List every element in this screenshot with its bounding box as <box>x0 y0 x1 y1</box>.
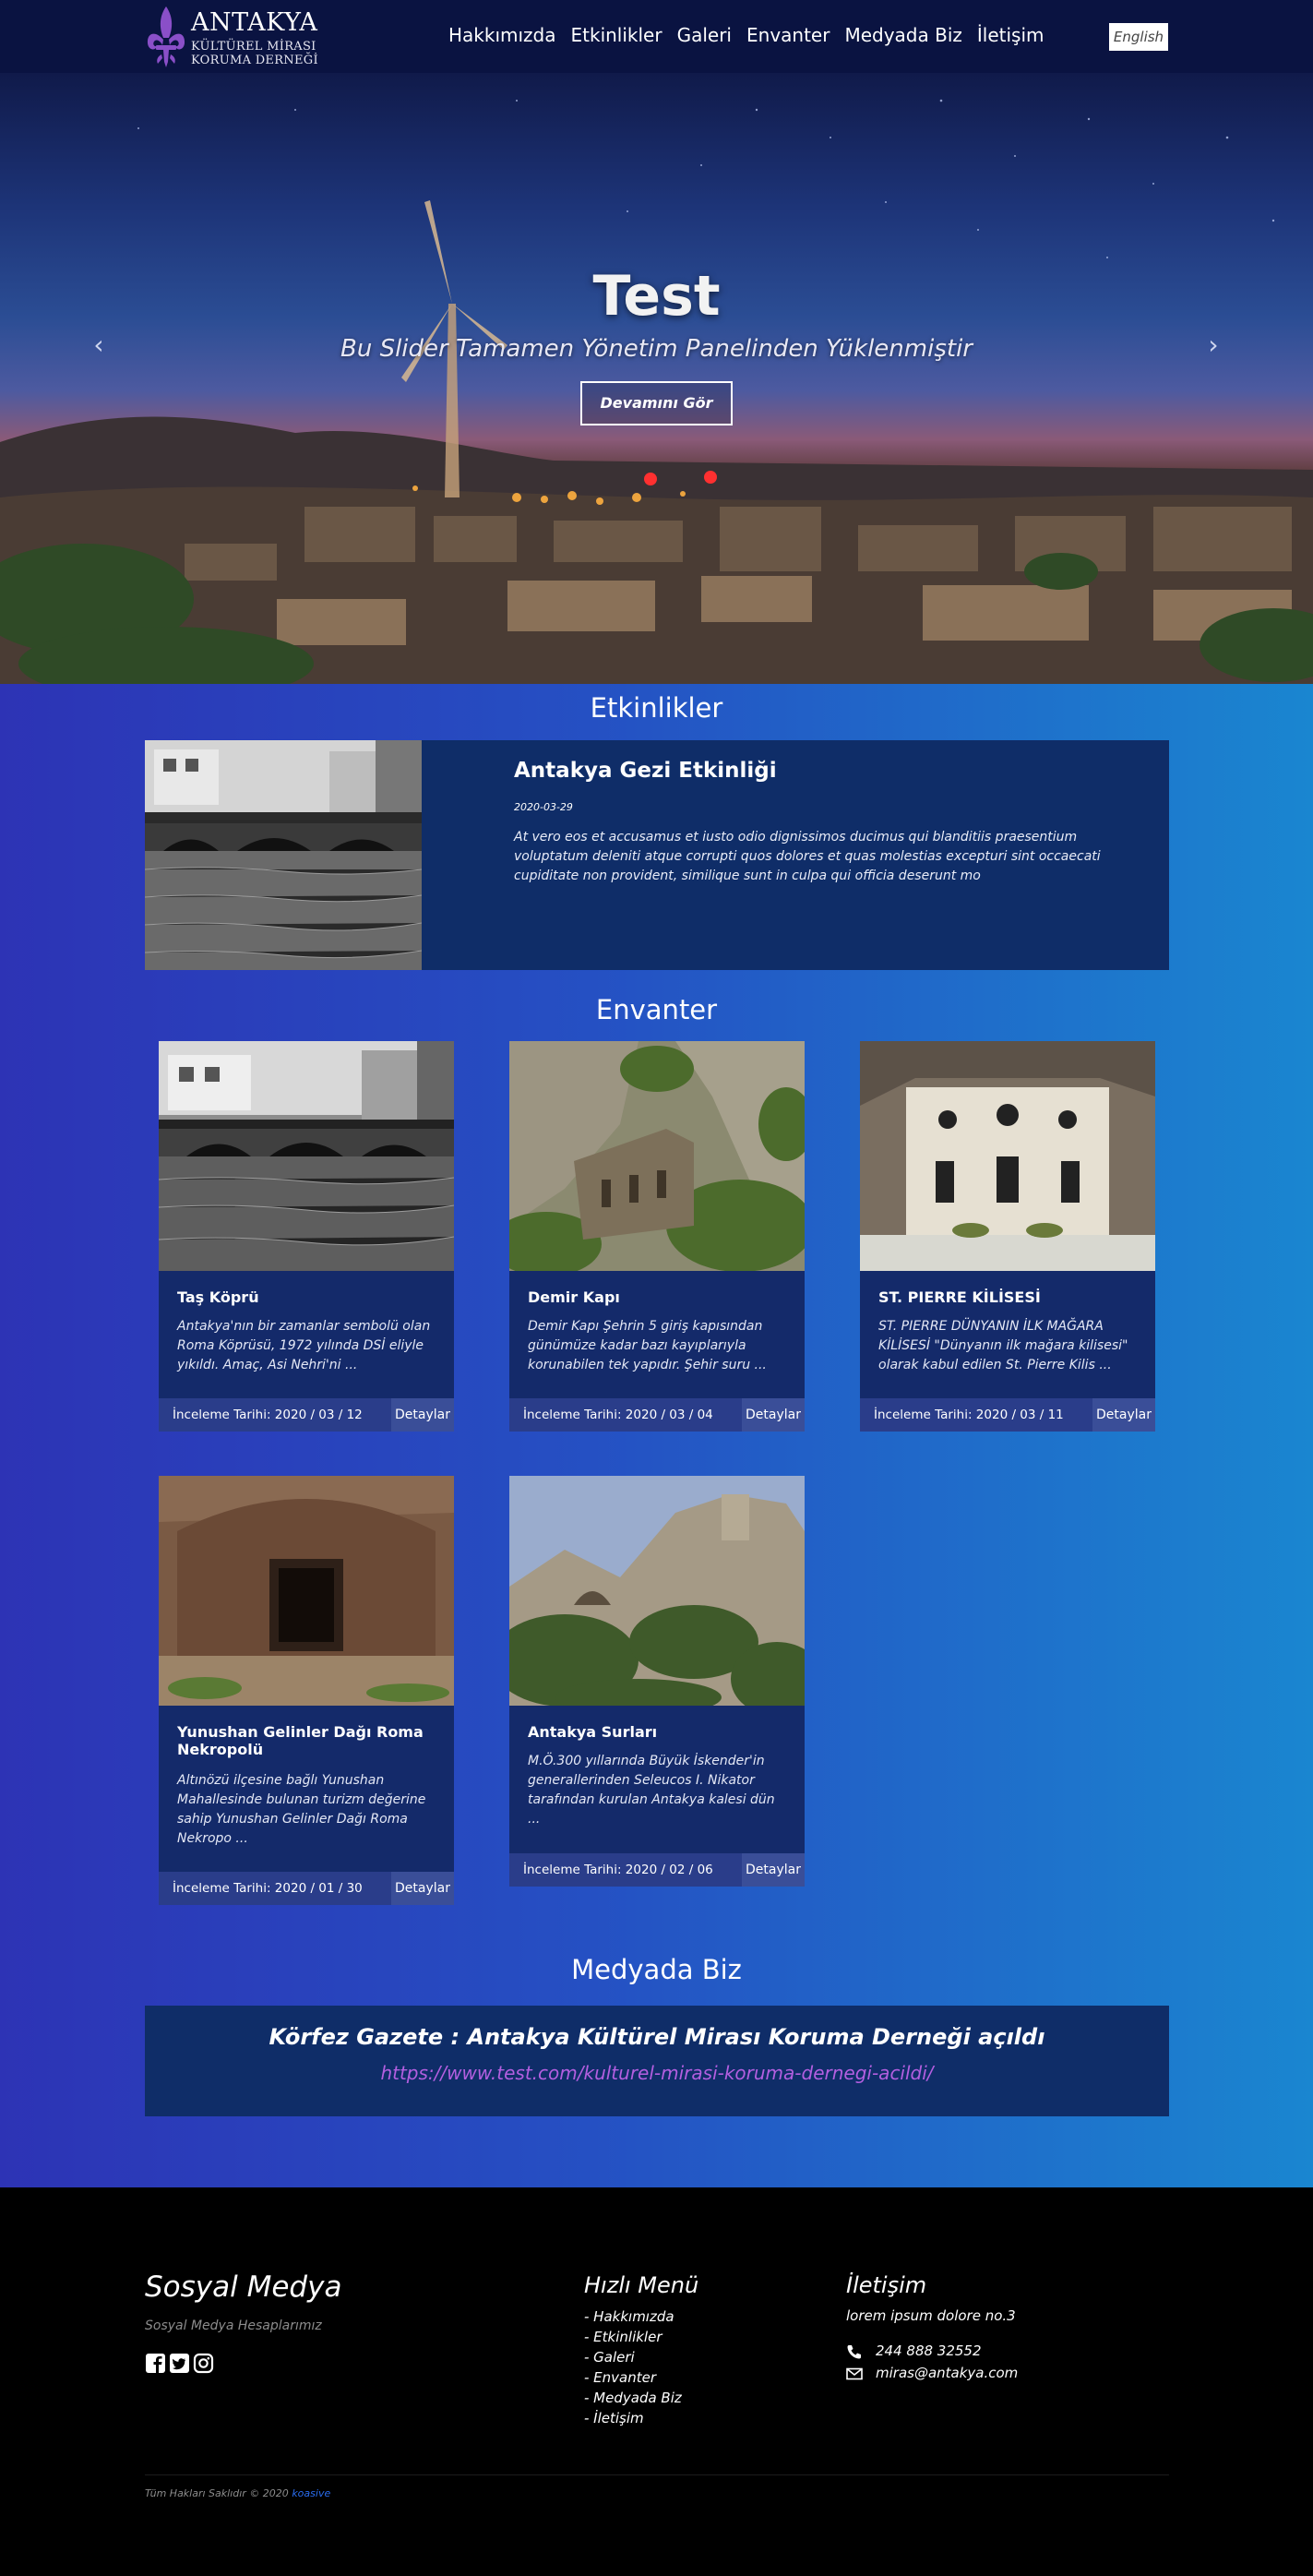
contact-title: İletişim <box>846 2272 927 2298</box>
social-subtitle: Sosyal Medya Hesaplarımız <box>145 2318 322 2333</box>
chevron-right-icon[interactable]: › <box>1202 329 1224 361</box>
inventory-title[interactable]: Taş Köprü <box>177 1288 440 1306</box>
inventory-card[interactable]: Antakya Surları M.Ö.300 yıllarında Büyük… <box>509 1476 805 1887</box>
details-button[interactable]: Detaylar <box>742 1398 805 1432</box>
footer-divider <box>145 2474 1169 2475</box>
event-card[interactable]: Antakya Gezi Etkinliği 2020-03-29 At ver… <box>145 740 1169 970</box>
inventory-photo-antakya-surlari <box>509 1476 805 1706</box>
phone-icon <box>847 2344 861 2358</box>
event-photo <box>145 740 422 970</box>
details-button[interactable]: Detaylar <box>1092 1398 1155 1432</box>
quick-menu-list: - Hakkımızda - Etkinlikler - Galeri - En… <box>584 2306 682 2428</box>
media-link[interactable]: https://www.test.com/kulturel-mirasi-kor… <box>145 2062 1169 2084</box>
twitter-icon[interactable] <box>169 2353 190 2374</box>
social-icons <box>145 2353 214 2374</box>
inventory-footer: İnceleme Tarihi: 2020 / 01 / 30 Detaylar <box>159 1872 454 1905</box>
menu-item-etkinlikler[interactable]: Etkinlikler <box>571 24 662 46</box>
main-menu: Hakkımızda Etkinlikler Galeri Envanter M… <box>448 24 1044 46</box>
inventory-description: Demir Kapı Şehrin 5 giriş kapısından gün… <box>528 1319 767 1372</box>
contact-address: lorem ipsum dolore no.3 <box>846 2307 1016 2324</box>
logo-line3: KORUMA DERNEĞİ <box>191 54 318 67</box>
quick-menu-item[interactable]: - Galeri <box>584 2347 682 2367</box>
quick-menu-title: Hızlı Menü <box>584 2272 699 2298</box>
facebook-icon[interactable] <box>145 2353 166 2374</box>
inventory-card[interactable]: Demir Kapı Demir Kapı Şehrin 5 giriş kap… <box>509 1041 805 1432</box>
inventory-date: İnceleme Tarihi: 2020 / 03 / 12 <box>173 1408 363 1422</box>
inventory-description: ST. PIERRE DÜNYANIN İLK MAĞARA KİLİSESİ … <box>878 1319 1128 1372</box>
main-content: Etkinlikler Antakya Gezi Etkinliği 2020-… <box>0 684 1313 2187</box>
instagram-icon[interactable] <box>193 2353 214 2374</box>
inventory-title[interactable]: Yunushan Gelinler Dağı Roma Nekropolü <box>177 1723 440 1758</box>
inventory-date: İnceleme Tarihi: 2020 / 01 / 30 <box>173 1881 363 1896</box>
inventory-title[interactable]: Demir Kapı <box>528 1288 791 1306</box>
copyright: Tüm Hakları Saklıdır © 2020 koasive <box>145 2487 330 2499</box>
quick-menu-item[interactable]: - Etkinlikler <box>584 2327 682 2347</box>
details-button[interactable]: Detaylar <box>391 1872 454 1905</box>
fleur-de-lis-icon <box>147 6 185 67</box>
inventory-date: İnceleme Tarihi: 2020 / 03 / 04 <box>523 1408 713 1422</box>
slide-subtitle: Bu Slider Tamamen Yönetim Panelinden Yük… <box>340 335 973 363</box>
details-button[interactable]: Detaylar <box>391 1398 454 1432</box>
language-switch-button[interactable]: English <box>1109 23 1168 51</box>
inventory-footer: İnceleme Tarihi: 2020 / 03 / 11 Detaylar <box>860 1398 1155 1432</box>
top-navbar: ANTAKYA KÜLTÜREL MİRASI KORUMA DERNEĞİ H… <box>0 0 1313 73</box>
media-headline: Körfez Gazete : Antakya Kültürel Mirası … <box>269 2024 1045 2050</box>
inventory-photo-yunushan <box>159 1476 454 1706</box>
menu-item-iletisim[interactable]: İletişim <box>977 24 1044 46</box>
contact-email[interactable]: miras@antakya.com <box>876 2365 1018 2381</box>
menu-item-envanter[interactable]: Envanter <box>746 24 830 46</box>
copyright-text: Tüm Hakları Saklıdır © 2020 <box>145 2487 289 2499</box>
media-card: Körfez Gazete : Antakya Kültürel Mirası … <box>145 2006 1169 2116</box>
inventory-heading: Envanter <box>595 994 718 1025</box>
envelope-icon <box>846 2367 863 2379</box>
inventory-description: M.Ö.300 yıllarında Büyük İskender'in gen… <box>528 1754 775 1827</box>
contact-phone-row: 244 888 32552 <box>846 2342 982 2359</box>
inventory-description: Antakya'nın bir zamanlar sembolü olan Ro… <box>177 1319 431 1372</box>
hero-slider: Test Bu Slider Tamamen Yönetim Panelinde… <box>0 73 1313 684</box>
quick-menu-item[interactable]: - Envanter <box>584 2367 682 2388</box>
menu-item-hakkimizda[interactable]: Hakkımızda <box>448 24 556 46</box>
media-heading: Medyada Biz <box>571 1954 742 1985</box>
night-sky-stars <box>137 99 1275 258</box>
logo-line2: KÜLTÜREL MİRASI <box>191 40 316 54</box>
events-heading: Etkinlikler <box>590 692 723 724</box>
quick-menu-item[interactable]: - Medyada Biz <box>584 2388 682 2408</box>
quick-menu-item[interactable]: - Hakkımızda <box>584 2306 682 2327</box>
event-title[interactable]: Antakya Gezi Etkinliği <box>514 759 777 783</box>
site-footer: Sosyal Medya Sosyal Medya Hesaplarımız H… <box>0 2187 1313 2576</box>
inventory-card[interactable]: Yunushan Gelinler Dağı Roma Nekropolü Al… <box>159 1476 454 1905</box>
inventory-title[interactable]: Antakya Surları <box>528 1723 791 1741</box>
slide-title: Test <box>592 264 721 329</box>
menu-item-medyada-biz[interactable]: Medyada Biz <box>844 24 961 46</box>
inventory-description: Altınözü ilçesine bağlı Yunushan Mahalle… <box>177 1773 426 1846</box>
inventory-date: İnceleme Tarihi: 2020 / 02 / 06 <box>523 1863 713 1877</box>
inventory-photo-tas-kopru <box>159 1041 454 1271</box>
inventory-footer: İnceleme Tarihi: 2020 / 03 / 04 Detaylar <box>509 1398 805 1432</box>
contact-email-row: miras@antakya.com <box>846 2365 1018 2381</box>
event-description: At vero eos et accusamus et iusto odio d… <box>514 830 1101 883</box>
quick-menu-item[interactable]: - İletişim <box>584 2408 682 2428</box>
contact-phone[interactable]: 244 888 32552 <box>876 2342 982 2359</box>
inventory-photo-st-pierre <box>860 1041 1155 1271</box>
inventory-title[interactable]: ST. PIERRE KİLİSESİ <box>878 1288 1141 1306</box>
chevron-left-icon[interactable]: ‹ <box>88 329 110 361</box>
read-more-button[interactable]: Devamını Gör <box>580 381 733 425</box>
social-title: Sosyal Medya <box>145 2270 342 2304</box>
inventory-card[interactable]: Taş Köprü Antakya'nın bir zamanlar sembo… <box>159 1041 454 1432</box>
menu-item-galeri[interactable]: Galeri <box>677 24 732 46</box>
inventory-date: İnceleme Tarihi: 2020 / 03 / 11 <box>874 1408 1064 1422</box>
inventory-card[interactable]: ST. PIERRE KİLİSESİ ST. PIERRE DÜNYANIN … <box>860 1041 1155 1432</box>
event-date: 2020-03-29 <box>514 801 573 813</box>
site-logo[interactable]: ANTAKYA KÜLTÜREL MİRASI KORUMA DERNEĞİ <box>145 3 329 71</box>
details-button[interactable]: Detaylar <box>742 1853 805 1887</box>
copyright-link[interactable]: koasive <box>292 2487 330 2499</box>
inventory-photo-demir-kapi <box>509 1041 805 1271</box>
inventory-footer: İnceleme Tarihi: 2020 / 02 / 06 Detaylar <box>509 1853 805 1887</box>
logo-line1: ANTAKYA <box>191 8 318 37</box>
inventory-footer: İnceleme Tarihi: 2020 / 03 / 12 Detaylar <box>159 1398 454 1432</box>
